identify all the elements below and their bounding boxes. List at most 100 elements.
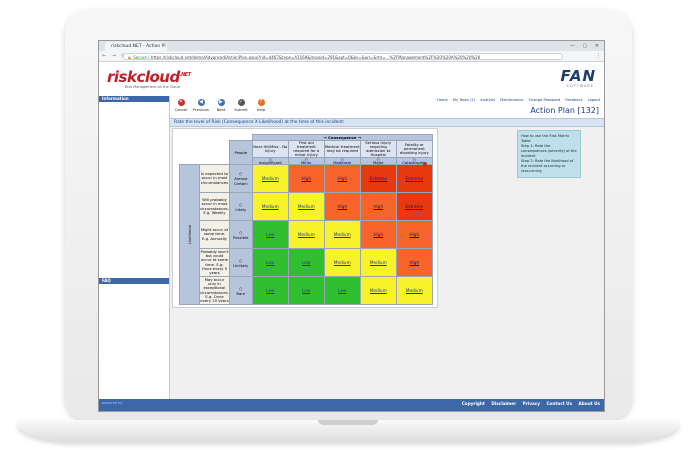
likelihood-name: Unlikely <box>233 262 249 268</box>
matrix-cell[interactable]: Medium <box>395 276 433 305</box>
likelihood-option[interactable]: ○ Likely <box>228 192 253 221</box>
submit-label: Submit <box>234 107 248 112</box>
home-link[interactable]: Home <box>437 98 448 102</box>
likelihood-name: Likely <box>235 206 247 212</box>
matrix-cell[interactable]: Extreme <box>359 164 397 193</box>
consequence-desc: First aid treatment required for a minor… <box>287 140 325 158</box>
cancel-icon: ✕ <box>177 99 185 106</box>
help-step1: Step 1: Rate the consequences (severity)… <box>521 144 577 158</box>
matrix-cell[interactable]: High <box>359 192 397 221</box>
toolbar: ✕ Cancel ◀ Previous ▶ Next ✓ Submit ? Help Ho… <box>170 96 604 118</box>
matrix-cell[interactable]: Medium <box>287 192 325 221</box>
previous-label: Previous <box>192 107 210 112</box>
matrix-cell[interactable]: Low <box>251 276 289 305</box>
url-text: https://riskcloud.net/demo/Advanced/Acti… <box>150 54 481 60</box>
analysis-link[interactable]: Analysis <box>480 98 495 102</box>
my-tasks-link[interactable]: My Tasks (2) <box>453 98 475 102</box>
close-matrix-icon[interactable] <box>423 162 427 166</box>
consequence-level[interactable]: ○ Moderate <box>323 157 361 165</box>
likelihood-desc: Probably won't but could occur at some t… <box>199 248 230 277</box>
previous-icon: ◀ <box>197 99 205 106</box>
logout-link[interactable]: Logout <box>588 98 600 102</box>
riskcloud-logo[interactable]: riskcloud.NET <box>107 68 191 86</box>
fan-logo-sub: SOFTWARE <box>566 84 594 88</box>
likelihood-label: Likelihood <box>187 224 193 245</box>
footer: powered by Copyright Disclaimer Privacy … <box>99 399 604 411</box>
matrix-cell[interactable]: Extreme <box>395 164 433 193</box>
laptop-notch <box>318 420 378 425</box>
browser-tab[interactable]: riskcloud.NET - Action Pl <box>105 42 167 51</box>
window-controls[interactable]: — ▢ ✕ <box>570 41 602 51</box>
help-icon: ? <box>257 99 265 106</box>
cancel-button[interactable]: ✕ Cancel <box>172 99 190 112</box>
help-button[interactable]: ? Help <box>252 99 270 112</box>
logo-text: riskcloud <box>107 68 180 86</box>
help-label: Help <box>256 107 266 112</box>
url-input[interactable]: 🔒 Secure | https://riskcloud.net/demo/Ad… <box>123 52 563 60</box>
page-title: Action Plan [132] <box>530 106 599 115</box>
matrix-cell[interactable]: Low <box>251 248 289 277</box>
matrix-cell[interactable]: Medium <box>359 276 397 305</box>
sidebar-faq-header[interactable]: FAQ <box>99 278 169 284</box>
matrix-cell[interactable]: Low <box>251 220 289 249</box>
level-text: Insignificant <box>258 160 282 165</box>
matrix-cell[interactable]: High <box>359 220 397 249</box>
about-link[interactable]: About Us <box>579 401 600 406</box>
likelihood-header: Likelihood <box>178 164 201 305</box>
consequence-level[interactable]: ○ Minor <box>287 157 325 165</box>
likelihood-desc: Is expected to occur in most circumstanc… <box>199 164 230 193</box>
logo-suffix: .NET <box>179 72 191 78</box>
matrix-cell[interactable]: Low <box>287 276 325 305</box>
consequence-desc: Medical treatment may be required <box>323 140 361 158</box>
likelihood-option[interactable]: ○ Rare <box>228 276 253 305</box>
help-step2: Step 2: Rate the likelihood of the incid… <box>521 159 574 173</box>
level-text: Moderate <box>333 160 352 165</box>
matrix-cell[interactable]: Medium <box>251 192 289 221</box>
level-text: Major <box>373 160 384 165</box>
feedback-link[interactable]: Feedback <box>565 98 582 102</box>
matrix-cell[interactable]: High <box>323 192 361 221</box>
tab-bar: riskcloud.NET - Action Pl — ▢ ✕ <box>99 41 604 51</box>
likelihood-desc: Will probably occur in most circumstance… <box>199 192 230 221</box>
privacy-link[interactable]: Privacy <box>523 401 540 406</box>
consequence-level[interactable]: ○ Major <box>359 157 397 165</box>
matrix-cell[interactable]: Low <box>323 276 361 305</box>
likelihood-option[interactable]: ○ Unlikely <box>228 248 253 277</box>
matrix-cell[interactable]: Medium <box>359 248 397 277</box>
app-header: riskcloud.NET Risk Management on the Clo… <box>99 62 604 97</box>
matrix-cell[interactable]: High <box>323 164 361 193</box>
matrix-cell[interactable]: Low <box>287 248 325 277</box>
likelihood-option[interactable]: ○ Almost Certain <box>228 164 253 193</box>
disclaimer-link[interactable]: Disclaimer <box>491 401 516 406</box>
contact-link[interactable]: Contact Us <box>546 401 572 406</box>
secure-label: Secure <box>133 54 148 60</box>
matrix-cell[interactable]: High <box>395 248 433 277</box>
likelihood-name: Almost Certain <box>233 176 248 186</box>
previous-button[interactable]: ◀ Previous <box>192 99 210 112</box>
browser-menu-icon[interactable]: ⋮ <box>596 51 601 61</box>
matrix-cell[interactable]: Extreme <box>395 192 433 221</box>
powered-by: powered by <box>102 401 123 405</box>
likelihood-name: Possible <box>233 234 249 240</box>
copyright-link[interactable]: Copyright <box>462 401 485 406</box>
matrix-cell[interactable]: High <box>287 164 325 193</box>
matrix-cell[interactable]: Medium <box>323 220 361 249</box>
sidebar-information-header[interactable]: Information <box>99 96 169 102</box>
change-password-link[interactable]: Change Password <box>529 98 561 102</box>
level-text: Minor <box>300 160 312 165</box>
submit-button[interactable]: ✓ Submit <box>232 99 250 112</box>
matrix-cell[interactable]: Medium <box>323 248 361 277</box>
matrix-cell[interactable]: High <box>395 220 433 249</box>
likelihood-name: Rare <box>236 290 246 296</box>
matrix-cell[interactable]: Medium <box>287 220 325 249</box>
matrix-cell[interactable]: Medium <box>251 164 289 193</box>
likelihood-option[interactable]: ○ Possible <box>228 220 253 249</box>
consequence-level[interactable]: ○ Insignificant <box>251 157 289 165</box>
instruction-bar: Rate the level of Risk (Consequence X Li… <box>170 118 604 127</box>
consequence-desc: Fatality or permanent disabling injury <box>395 140 433 158</box>
next-label: Next <box>216 107 226 112</box>
sidebar: Information FAQ <box>99 96 170 399</box>
maintenance-link[interactable]: Maintenance <box>500 98 523 102</box>
address-bar: ← → ⟳ 🔒 Secure | https://riskcloud.net/d… <box>99 51 604 62</box>
next-button[interactable]: ▶ Next <box>212 99 230 112</box>
